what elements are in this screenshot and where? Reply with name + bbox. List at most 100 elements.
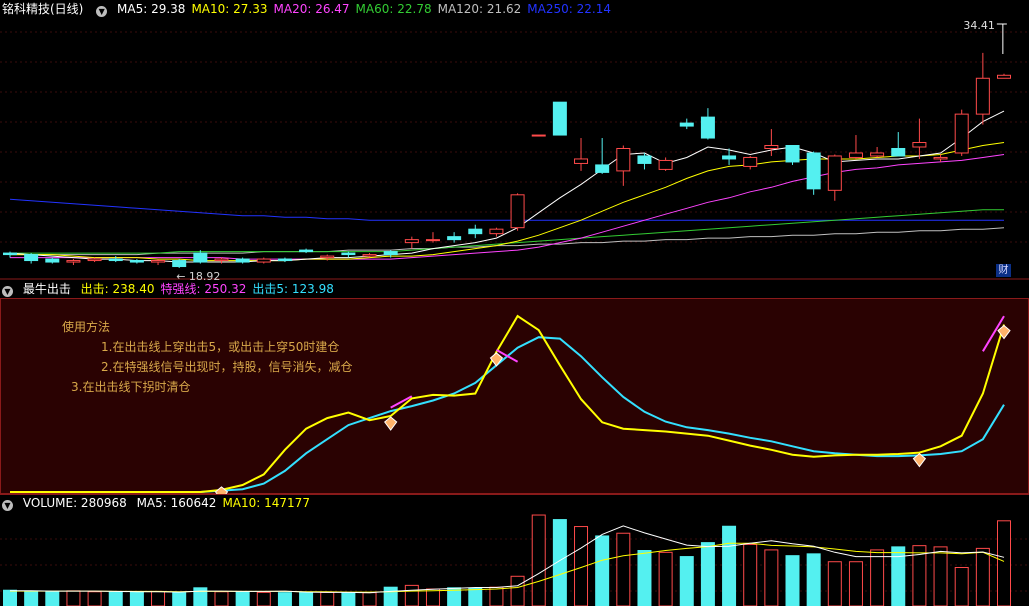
candle[interactable]: [277, 257, 292, 263]
volume-bar[interactable]: [404, 584, 419, 606]
volume-bar[interactable]: [658, 551, 673, 606]
candle[interactable]: [299, 248, 314, 254]
candle[interactable]: [447, 232, 462, 243]
volume-bar[interactable]: [172, 592, 187, 606]
volume-bar[interactable]: [679, 556, 694, 606]
candle[interactable]: [552, 101, 567, 136]
candle[interactable]: [193, 250, 208, 264]
candle[interactable]: [151, 259, 166, 266]
volume-bar[interactable]: [129, 591, 144, 606]
high-price-label: 34.41: [963, 19, 995, 32]
candle[interactable]: [997, 73, 1011, 79]
finance-badge[interactable]: 财: [996, 264, 1011, 277]
volume-bar[interactable]: [764, 549, 779, 606]
candle-body: [722, 155, 737, 160]
volume-bar[interactable]: [468, 587, 483, 606]
volume-bar[interactable]: [383, 586, 398, 606]
volume-bar[interactable]: [235, 591, 250, 606]
volume-bar[interactable]: [827, 561, 842, 606]
candle[interactable]: [87, 257, 102, 263]
volume-bar[interactable]: [870, 549, 885, 606]
candle[interactable]: [510, 193, 525, 231]
candle[interactable]: [933, 154, 948, 162]
volume-bar[interactable]: [362, 592, 377, 606]
price-chart[interactable]: 34.41 ← 18.92: [0, 0, 1029, 280]
candle[interactable]: [214, 257, 229, 264]
indicator-background: [0, 298, 1029, 494]
candle-body: [87, 258, 102, 262]
candle[interactable]: [743, 155, 758, 170]
volume-bar[interactable]: [299, 591, 314, 606]
volume-bar[interactable]: [277, 592, 292, 606]
candle[interactable]: [24, 253, 39, 264]
volume-bar[interactable]: [489, 586, 504, 606]
candle-body: [574, 158, 589, 164]
volume-bar[interactable]: [256, 591, 271, 606]
candle[interactable]: [975, 52, 990, 125]
candle[interactable]: [574, 138, 589, 171]
candle[interactable]: [320, 254, 335, 261]
volume-bar[interactable]: [87, 591, 102, 606]
candle[interactable]: [45, 257, 60, 264]
volume-bar[interactable]: [933, 546, 948, 606]
volume-bar[interactable]: [616, 532, 631, 606]
volume-bar[interactable]: [425, 588, 440, 606]
volume-bar[interactable]: [806, 553, 821, 606]
candle-body: [341, 252, 356, 256]
candle[interactable]: [679, 118, 694, 130]
candle[interactable]: [256, 257, 271, 264]
volume-bar[interactable]: [108, 591, 123, 606]
candle[interactable]: [848, 135, 863, 159]
candle[interactable]: [66, 259, 81, 266]
candle[interactable]: [595, 138, 610, 174]
candle-body: [552, 101, 567, 136]
volume-bar[interactable]: [45, 590, 60, 606]
candle[interactable]: [425, 232, 440, 243]
volume-bar[interactable]: [785, 555, 800, 606]
candle[interactable]: [341, 251, 356, 258]
volume-bar[interactable]: [997, 520, 1011, 606]
volume-bar[interactable]: [341, 592, 356, 606]
candle[interactable]: [3, 251, 17, 258]
candle[interactable]: [658, 157, 673, 171]
volume-bar[interactable]: [531, 514, 546, 606]
candle[interactable]: [785, 145, 800, 165]
candle[interactable]: [806, 151, 821, 195]
usage-step-2: 2.在特强线信号出现时，持股，信号消失，减仓: [101, 360, 353, 374]
candle[interactable]: [404, 236, 419, 249]
volume-bar[interactable]: [193, 587, 208, 606]
candle[interactable]: [108, 256, 123, 263]
candle[interactable]: [531, 134, 546, 137]
volume-bar[interactable]: [848, 561, 863, 606]
volume-bar[interactable]: [954, 566, 969, 606]
volume-bar[interactable]: [214, 591, 229, 606]
candle-body: [700, 116, 715, 139]
candle[interactable]: [700, 108, 715, 140]
volume-bar[interactable]: [595, 535, 610, 606]
candle-body: [891, 147, 906, 157]
volume-bar[interactable]: [151, 590, 166, 606]
volume-bar[interactable]: [320, 591, 335, 606]
candle[interactable]: [891, 132, 906, 157]
candle[interactable]: [827, 154, 842, 201]
volume-bar[interactable]: [3, 589, 17, 606]
candle[interactable]: [172, 259, 187, 269]
volume-bar[interactable]: [743, 543, 758, 606]
candle-body: [235, 258, 250, 263]
volume-bar[interactable]: [722, 525, 737, 606]
candle[interactable]: [954, 109, 969, 156]
candle[interactable]: [616, 145, 631, 186]
volume-bar[interactable]: [700, 542, 715, 606]
volume-bar[interactable]: [637, 550, 652, 606]
volume-bar[interactable]: [975, 547, 990, 606]
usage-title: 使用方法: [62, 320, 111, 334]
candle[interactable]: [129, 259, 144, 264]
volume-chart[interactable]: [0, 494, 1029, 606]
candle-body: [870, 152, 885, 157]
volume-bar[interactable]: [24, 590, 39, 606]
candle-body: [997, 74, 1011, 79]
volume-bar[interactable]: [510, 575, 525, 606]
candle[interactable]: [912, 118, 927, 159]
volume-bar[interactable]: [66, 590, 81, 606]
candle[interactable]: [468, 224, 483, 239]
